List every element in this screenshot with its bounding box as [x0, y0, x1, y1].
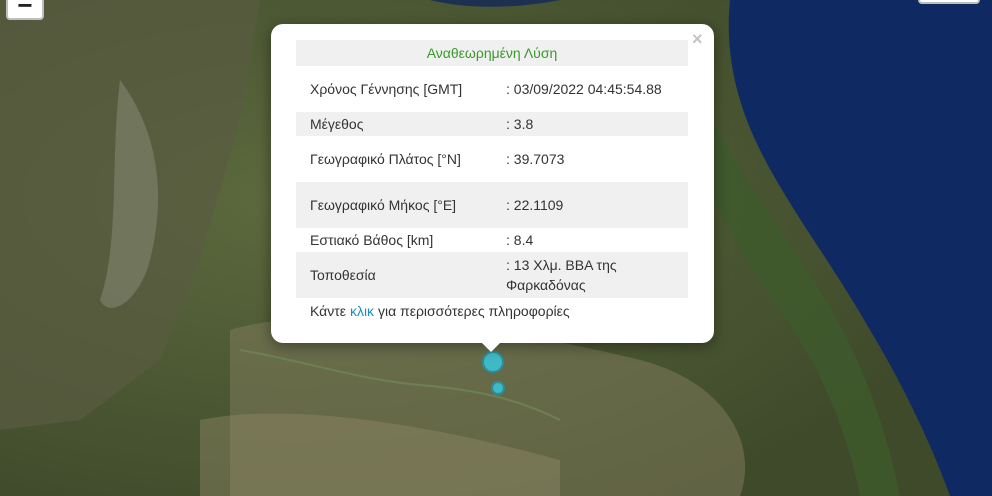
close-icon[interactable]: × — [692, 30, 703, 48]
earthquake-marker-main[interactable] — [482, 351, 504, 373]
more-info-prefix: Κάντε — [310, 303, 347, 319]
depth-label: Εστιακό Βάθος [km] — [310, 232, 434, 248]
magnitude-value: : 3.8 — [496, 112, 688, 136]
magnitude-label: Μέγεθος — [296, 112, 496, 136]
earthquake-info-table: Αναθεωρημένη Λύση Χρόνος Γέννησης [GMT] … — [296, 40, 688, 298]
location-label: Τοποθεσία — [296, 252, 496, 298]
latitude-value: : 39.7073 — [506, 151, 565, 167]
popup-tip — [481, 342, 501, 352]
more-info-text: Κάντε κλικ για περισσότερες πληροφορίες — [310, 303, 570, 319]
zoom-out-button[interactable]: − — [6, 0, 44, 20]
more-info-suffix: για περισσότερες πληροφορίες — [377, 303, 570, 319]
longitude-label: Γεωγραφικό Μήκος [°E] — [296, 182, 496, 228]
layer-control[interactable] — [918, 0, 980, 4]
origin-time-label: Χρόνος Γέννησης [GMT] — [310, 81, 463, 97]
earthquake-popup: × Αναθεωρημένη Λύση Χρόνος Γέννησης [GMT… — [271, 24, 714, 352]
latitude-label: Γεωγραφικό Πλάτος [°N] — [310, 151, 461, 167]
longitude-value: : 22.1109 — [496, 182, 688, 228]
more-info-link[interactable]: κλικ — [350, 303, 374, 319]
origin-time-value: : 03/09/2022 04:45:54.88 — [506, 81, 662, 97]
location-value: : 13 Χλμ. ΒΒΑ της Φαρκαδόνας — [496, 252, 688, 298]
depth-value: : 8.4 — [506, 232, 534, 248]
earthquake-marker-secondary[interactable] — [491, 381, 505, 395]
popup-header: Αναθεωρημένη Λύση — [296, 40, 688, 66]
